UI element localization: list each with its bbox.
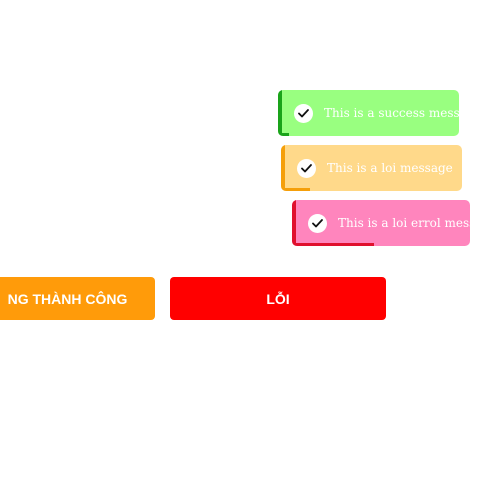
toast-accent-bar	[281, 145, 285, 191]
toast-accent-bar	[278, 90, 282, 136]
toast-error[interactable]: This is a loi errol message	[292, 200, 470, 246]
toast-progress-bar	[278, 133, 289, 136]
toast-progress-bar	[292, 243, 374, 246]
toast-warning[interactable]: This is a loi message	[281, 145, 462, 191]
toast-message: This is a loi errol message	[338, 216, 470, 230]
toast-progress-bar	[281, 188, 310, 191]
page: This is a success message This is a loi …	[0, 0, 500, 500]
error-button[interactable]: LỖI	[170, 277, 386, 320]
check-icon	[294, 103, 313, 123]
success-button[interactable]: NG THÀNH CÔNG	[0, 277, 155, 320]
check-icon	[297, 158, 316, 178]
check-icon	[308, 213, 327, 233]
toast-message: This is a loi message	[327, 161, 453, 175]
toast-message: This is a success message	[324, 106, 459, 120]
toast-success[interactable]: This is a success message	[278, 90, 459, 136]
toast-accent-bar	[292, 200, 296, 246]
